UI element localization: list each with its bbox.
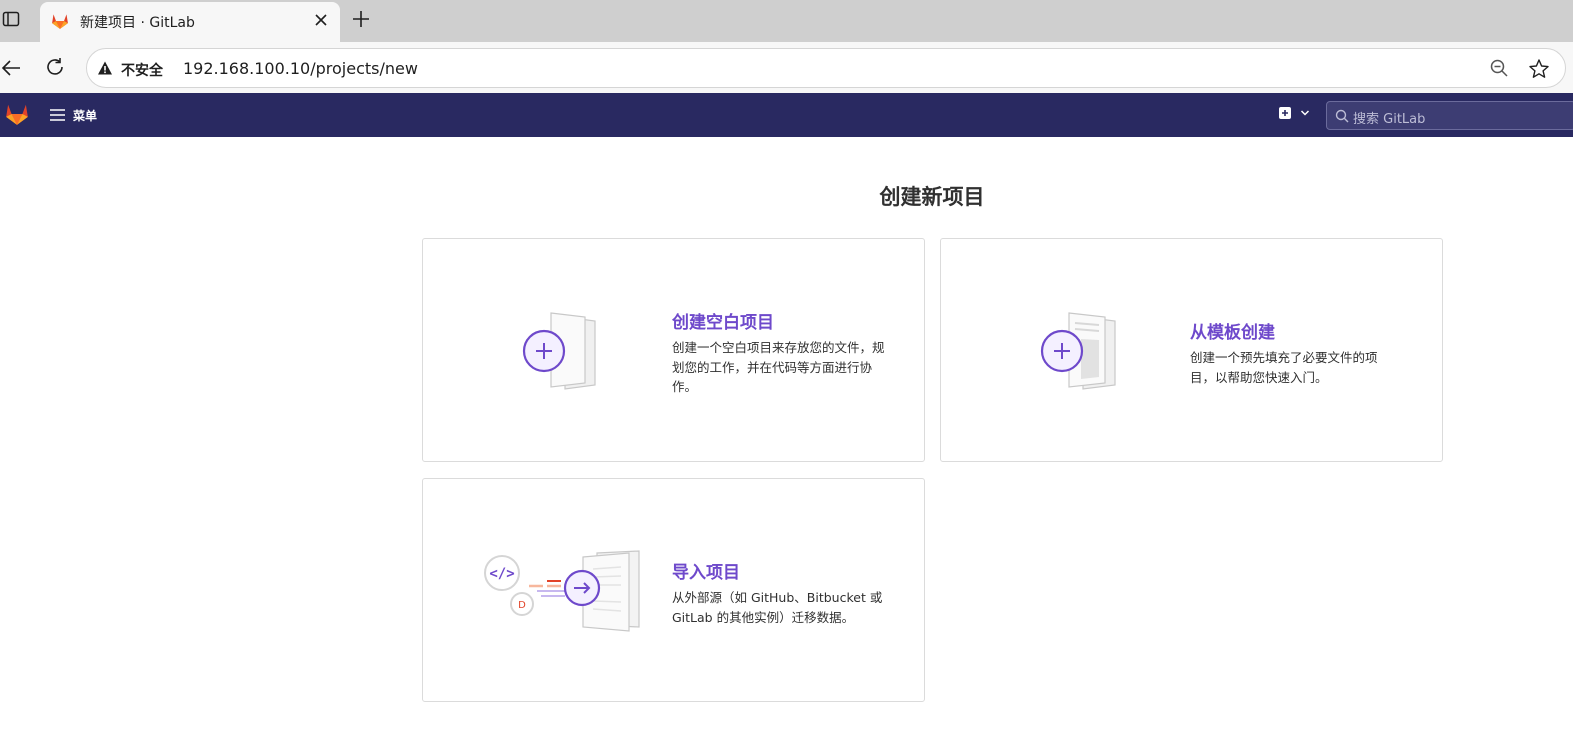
- reload-icon[interactable]: [44, 56, 66, 78]
- back-arrow-icon[interactable]: [0, 57, 22, 79]
- card-title-import[interactable]: 导入项目: [672, 558, 740, 583]
- hamburger-icon: [50, 109, 65, 121]
- menu-button[interactable]: 菜单: [50, 105, 97, 125]
- page-title: 创建新项目: [879, 185, 985, 209]
- gitlab-top-nav: 菜单 搜索 GitLab: [0, 93, 1573, 137]
- close-tab-icon[interactable]: [314, 13, 328, 27]
- template-illustration-icon: [1040, 312, 1116, 390]
- search-input[interactable]: 搜索 GitLab: [1326, 101, 1573, 130]
- search-placeholder: 搜索 GitLab: [1353, 112, 1426, 127]
- window-sidebar-icon[interactable]: [2, 10, 20, 28]
- chevron-down-icon: [1300, 110, 1310, 116]
- warning-icon[interactable]: [97, 60, 113, 76]
- plus-square-icon: [1279, 107, 1291, 119]
- card-title-blank[interactable]: 创建空白项目: [672, 308, 774, 333]
- svg-text:</>: </>: [489, 566, 514, 582]
- menu-label: 菜单: [73, 108, 98, 123]
- browser-tab-active[interactable]: 新建项目 · GitLab: [40, 2, 340, 42]
- new-item-dropdown[interactable]: [1278, 106, 1310, 120]
- favorite-star-icon[interactable]: [1528, 58, 1550, 80]
- search-icon: [1335, 109, 1349, 123]
- tab-title: 新建项目 · GitLab: [80, 15, 195, 31]
- svg-text:D: D: [518, 600, 526, 611]
- gitlab-favicon-icon: [52, 14, 68, 29]
- create-from-template-card[interactable]: 从模板创建 创建一个预先填充了必要文件的项目，以帮助您快速入门。: [940, 238, 1443, 462]
- url-input[interactable]: 不安全 192.168.100.10/projects/new: [86, 48, 1566, 88]
- zoom-out-icon[interactable]: [1489, 58, 1509, 78]
- blank-project-illustration-icon: [522, 312, 596, 390]
- new-tab-icon[interactable]: [351, 9, 371, 29]
- card-desc-template: 创建一个预先填充了必要文件的项目，以帮助您快速入门。: [1190, 350, 1378, 385]
- card-title-template[interactable]: 从模板创建: [1190, 318, 1275, 343]
- gitlab-logo-icon[interactable]: [4, 101, 30, 127]
- card-desc-blank: 创建一个空白项目来存放您的文件，规划您的工作，并在代码等方面进行协作。: [672, 340, 885, 394]
- create-blank-project-card[interactable]: 创建空白项目 创建一个空白项目来存放您的文件，规划您的工作，并在代码等方面进行协…: [422, 238, 925, 462]
- security-label[interactable]: 不安全: [121, 60, 163, 80]
- browser-address-bar: 不安全 192.168.100.10/projects/new: [0, 42, 1573, 93]
- import-project-illustration-icon: </> D: [484, 550, 640, 632]
- browser-tab-bar: 新建项目 · GitLab: [0, 0, 1573, 42]
- url-text[interactable]: 192.168.100.10/projects/new: [183, 59, 418, 78]
- import-project-card[interactable]: </> D 导入项目 从外部源（如 GitHub、Bitbucket 或 Git…: [422, 478, 925, 702]
- card-desc-import: 从外部源（如 GitHub、Bitbucket 或 GitLab 的其他实例）迁…: [672, 590, 883, 625]
